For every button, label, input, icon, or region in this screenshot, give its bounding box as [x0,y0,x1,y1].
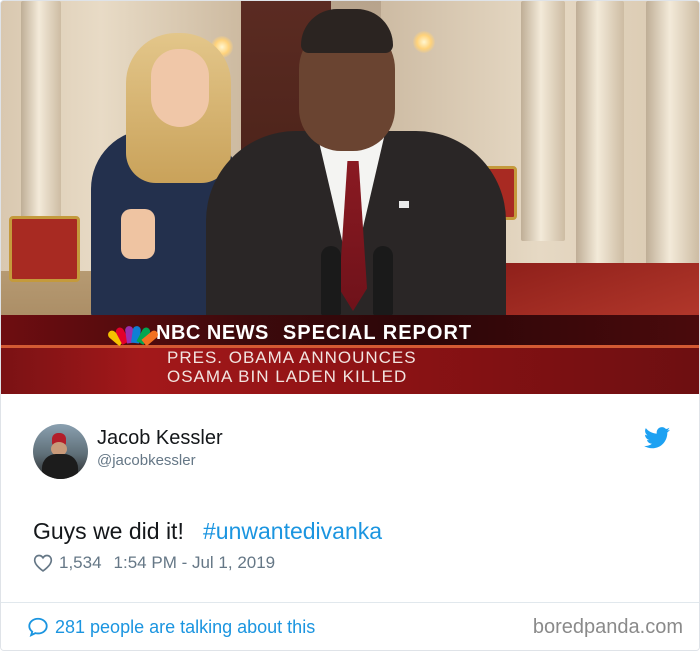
author-display-name[interactable]: Jacob Kessler [97,427,223,450]
column [576,1,624,266]
red-chair [9,216,80,282]
tweet-text-content: Guys we did it! [33,518,184,544]
conversation-link[interactable]: 281 people are talking about this [27,616,315,638]
nbc-peacock-icon [106,323,160,347]
like-count[interactable]: 1,534 [59,553,102,573]
tweet-meta: 1,534 1:54 PM - Jul 1, 2019 [33,553,275,573]
avatar-coat [42,454,78,479]
flag-pin [399,201,409,208]
lower-third-title: NBC NEWS SPECIAL REPORT [106,319,473,347]
network-name: NBC NEWS [156,321,269,344]
microphone [321,246,341,316]
column [646,1,699,301]
thumbs-up-hand [121,209,155,259]
headline-line-2: OSAMA BIN LADEN KILLED [167,367,408,386]
avatar[interactable] [33,424,88,479]
divider [1,602,699,603]
twitter-bird-icon[interactable] [644,427,670,449]
speech-bubble-icon [28,617,48,638]
headline-line-1: PRES. OBAMA ANNOUNCES [167,348,417,367]
woman-face [151,49,209,127]
tweet-text: Guys we did it! #unwantedivanka [33,518,382,545]
source-watermark: boredpanda.com [532,616,683,638]
microphone [373,246,393,316]
author-handle[interactable]: @jacobkessler [97,452,196,469]
special-report-label: SPECIAL REPORT [282,321,473,344]
tweet-photo[interactable]: NBC NEWS SPECIAL REPORT PRES. OBAMA ANNO… [1,1,699,394]
heart-icon[interactable] [33,553,53,573]
tweet-body: Jacob Kessler @jacobkessler Guys we did … [1,394,699,650]
wall-lamp [413,31,435,53]
man-hair [301,9,393,53]
column [521,1,565,241]
embedded-tweet-card: NBC NEWS SPECIAL REPORT PRES. OBAMA ANNO… [0,0,700,651]
tweet-timestamp[interactable]: 1:54 PM - Jul 1, 2019 [114,553,276,573]
talking-count-label: 281 people are talking about this [55,616,316,637]
hashtag-link[interactable]: #unwantedivanka [203,518,382,544]
